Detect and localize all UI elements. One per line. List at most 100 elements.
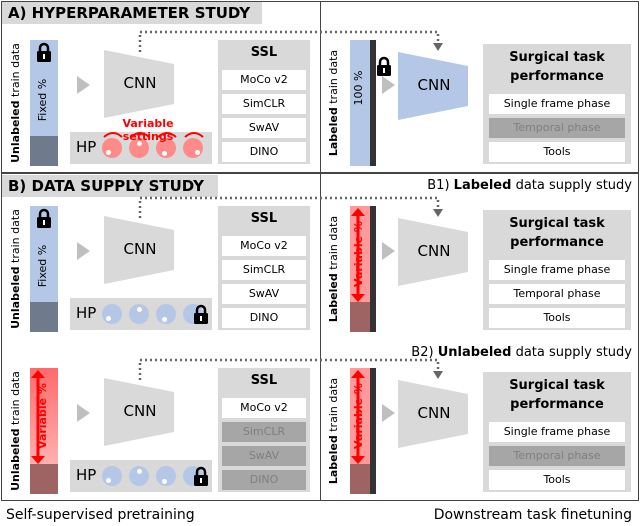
right-bar-label: Variable % [352, 221, 365, 287]
task-item: Temporal phase [489, 118, 625, 138]
hp-label: HP [76, 304, 97, 322]
right-data-label: Labeled train data [327, 199, 343, 339]
arrow-right-icon [77, 404, 90, 422]
weight-transfer-connector [138, 30, 443, 52]
left-data-bar-remainder [30, 464, 58, 494]
task-item: Single frame phase [489, 260, 625, 280]
diagram: A) HYPERPARAMETER STUDY B) DATA SUPPLY S… [0, 0, 640, 526]
arrow-right-icon [77, 242, 90, 260]
header-line-2: performance [510, 69, 604, 84]
task-item: Single frame phase [489, 422, 625, 442]
footer-left: Self-supervised pretraining [6, 507, 195, 523]
cnn-label: CNN [417, 76, 451, 94]
right-data-bar-remainder [350, 302, 370, 332]
weight-transfer-connector [138, 358, 443, 380]
header-line-2: performance [510, 397, 604, 412]
section-b-title: B) DATA SUPPLY STUDY [2, 175, 218, 197]
b1-rest: data supply study [511, 178, 632, 193]
left-data-label: Unlabeled train data [9, 199, 25, 339]
task-item: Single frame phase [489, 94, 625, 114]
curved-arrow-icon [130, 132, 150, 138]
header-line-1: Surgical task [509, 216, 605, 231]
label-bold: Unlabeled [9, 100, 22, 163]
hp-circle [156, 466, 176, 486]
task-item: Tools [489, 308, 625, 328]
header-line-2: performance [510, 235, 604, 250]
hp-label: HP [76, 138, 97, 156]
right-bar-label: 100 % [352, 70, 365, 106]
divider-horizontal [1, 172, 639, 174]
label-rest: train data [327, 377, 340, 436]
ssl-method-item: SimCLR [222, 94, 306, 114]
cnn-label: CNN [123, 402, 157, 420]
label-rest: train data [9, 371, 22, 429]
label-bold: Unlabeled [9, 428, 22, 491]
surgical-task-header: Surgical task performance [483, 214, 631, 252]
lock-icon [194, 304, 208, 324]
task-item: Tools [489, 142, 625, 162]
curved-arrow-icon [103, 132, 123, 138]
curved-arrow-icon [157, 132, 177, 138]
cnn-label: CNN [123, 240, 157, 258]
left-data-label: Unlabeled train data [9, 33, 25, 173]
label-rest: train data [327, 215, 340, 274]
header-line-1: Surgical task [509, 50, 605, 65]
right-bar-label: Variable % [352, 383, 365, 449]
ssl-method-item: SwAV [222, 284, 306, 304]
b1-label: B1) Labeled data supply study [427, 178, 632, 193]
header-line-1: Surgical task [509, 378, 605, 393]
label-bold: Unlabeled [9, 266, 22, 329]
ssl-method-item: DINO [222, 142, 306, 162]
hp-circle [156, 304, 176, 324]
ssl-method-item: SwAV [222, 118, 306, 138]
b2-bold: Unlabeled [437, 345, 512, 360]
arrow-right-icon [382, 404, 395, 422]
ssl-method-item: MoCo v2 [222, 398, 306, 418]
arrow-right-icon [77, 76, 90, 94]
hp-circle [129, 304, 149, 324]
label-rest: train data [327, 49, 340, 108]
hp-circle [129, 466, 149, 486]
lock-icon [194, 466, 208, 486]
hp-circle [102, 304, 122, 324]
task-item: Tools [489, 470, 625, 490]
b1-bold: Labeled [453, 178, 512, 193]
ssl-method-item: SwAV [222, 446, 306, 466]
ssl-method-item: MoCo v2 [222, 70, 306, 90]
label-bold: Labeled [327, 435, 340, 485]
ssl-method-item: MoCo v2 [222, 236, 306, 256]
task-item: Temporal phase [489, 446, 625, 466]
weight-transfer-connector [138, 196, 443, 218]
lock-icon [377, 56, 391, 76]
footer-right: Downstream task finetuning [433, 507, 632, 523]
label-rest: train data [9, 209, 22, 267]
right-data-bar-remainder [350, 464, 370, 494]
label-bold: Labeled [327, 107, 340, 157]
left-bar-label: Fixed % [36, 78, 49, 122]
bar-stripe [370, 206, 376, 332]
surgical-task-header: Surgical task performance [483, 376, 631, 414]
arrow-right-icon [382, 242, 395, 260]
b1-prefix: B1) [427, 178, 454, 193]
bar-stripe [370, 368, 376, 494]
hp-circle [102, 466, 122, 486]
cnn-label: CNN [123, 74, 157, 92]
hp-label: HP [76, 466, 97, 484]
left-bar-label: Fixed % [36, 244, 49, 288]
arrow-right-icon [382, 76, 395, 94]
b2-rest: data supply study [511, 345, 632, 360]
label-rest: train data [9, 43, 22, 101]
cnn-label: CNN [417, 404, 451, 422]
right-data-label: Labeled train data [327, 361, 343, 501]
ssl-method-item: SimCLR [222, 422, 306, 442]
curved-arrow-icon [184, 132, 204, 138]
surgical-task-header: Surgical task performance [483, 48, 631, 86]
ssl-method-item: SimCLR [222, 260, 306, 280]
ssl-method-item: DINO [222, 308, 306, 328]
left-data-label: Unlabeled train data [9, 361, 25, 501]
right-data-label: Labeled train data [327, 33, 343, 173]
ssl-method-item: DINO [222, 470, 306, 490]
task-item: Temporal phase [489, 284, 625, 304]
section-a-title: A) HYPERPARAMETER STUDY [2, 2, 262, 24]
cnn-label: CNN [417, 242, 451, 260]
